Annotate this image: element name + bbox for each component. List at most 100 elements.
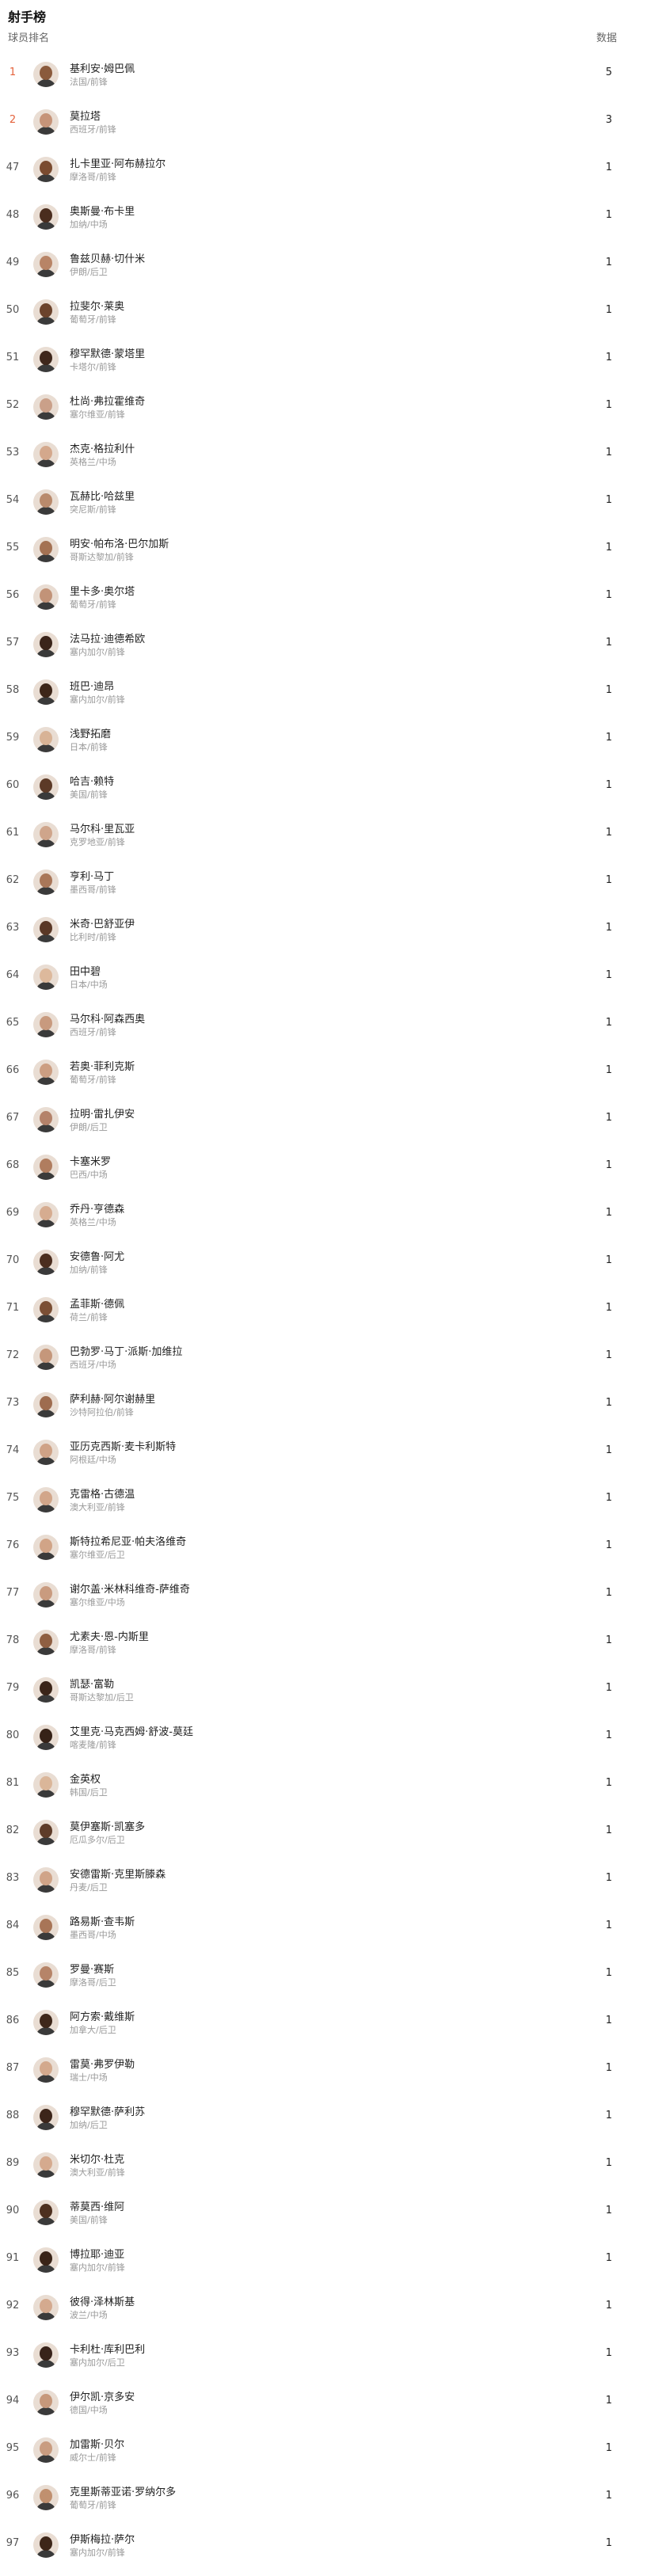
player-avatar[interactable] [33, 632, 59, 657]
player-avatar[interactable] [33, 2532, 59, 2558]
player-name[interactable]: 伊斯梅拉·萨尔 [70, 2531, 135, 2546]
player-row[interactable]: 82 莫伊塞斯·凯塞多 厄瓜多尔/后卫 1 [0, 1809, 647, 1856]
player-name[interactable]: 亨利·马丁 [70, 868, 114, 883]
player-avatar[interactable] [33, 1012, 59, 1037]
player-avatar[interactable] [33, 2295, 59, 2320]
player-row[interactable]: 62 亨利·马丁 墨西哥/前锋 1 [0, 858, 647, 906]
player-avatar[interactable] [33, 1630, 59, 1655]
player-avatar[interactable] [33, 1677, 59, 1703]
player-row[interactable]: 2 莫拉塔 西班牙/前锋 3 [0, 98, 647, 146]
player-row[interactable]: 83 安德雷斯·克里斯滕森 丹麦/后卫 1 [0, 1856, 647, 1904]
player-name[interactable]: 罗曼·赛斯 [70, 1961, 114, 1976]
player-avatar[interactable] [33, 2010, 59, 2035]
player-avatar[interactable] [33, 1962, 59, 1988]
player-name[interactable]: 穆罕默德·蒙塔里 [70, 345, 145, 360]
player-name[interactable]: 凯瑟·富勒 [70, 1676, 114, 1691]
player-avatar[interactable] [33, 394, 59, 420]
player-avatar[interactable] [33, 1867, 59, 1893]
player-name[interactable]: 安德鲁·阿尤 [70, 1248, 124, 1263]
player-avatar[interactable] [33, 1297, 59, 1322]
player-row[interactable]: 48 奥斯曼·布卡里 加纳/中场 1 [0, 193, 647, 241]
player-name[interactable]: 穆罕默德·萨利苏 [70, 2103, 145, 2118]
player-avatar[interactable] [33, 62, 59, 87]
player-avatar[interactable] [33, 1060, 59, 1085]
player-avatar[interactable] [33, 537, 59, 562]
player-row[interactable]: 89 米切尔·杜克 澳大利亚/前锋 1 [0, 2141, 647, 2189]
player-name[interactable]: 克雷格·古德温 [70, 1486, 135, 1501]
player-row[interactable]: 79 凯瑟·富勒 哥斯达黎加/后卫 1 [0, 1666, 647, 1714]
player-avatar[interactable] [33, 774, 59, 800]
player-avatar[interactable] [33, 2105, 59, 2130]
player-avatar[interactable] [33, 917, 59, 942]
player-avatar[interactable] [33, 2437, 59, 2463]
player-name[interactable]: 若奥·菲利克斯 [70, 1058, 135, 1073]
player-name[interactable]: 尤素夫·恩-内斯里 [70, 1628, 149, 1643]
player-name[interactable]: 明安·帕布洛·巴尔加斯 [70, 535, 169, 550]
player-row[interactable]: 69 乔丹·亨德森 英格兰/中场 1 [0, 1191, 647, 1239]
player-avatar[interactable] [33, 869, 59, 895]
player-avatar[interactable] [33, 727, 59, 752]
player-name[interactable]: 艾里克·马克西姆·舒波-莫廷 [70, 1723, 193, 1738]
player-avatar[interactable] [33, 1250, 59, 1275]
player-avatar[interactable] [33, 1107, 59, 1132]
player-row[interactable]: 96 克里斯蒂亚诺·罗纳尔多 葡萄牙/前锋 1 [0, 2474, 647, 2521]
player-avatar[interactable] [33, 347, 59, 372]
player-row[interactable]: 75 克雷格·古德温 澳大利亚/前锋 1 [0, 1476, 647, 1524]
player-row[interactable]: 58 班巴·迪昂 塞内加尔/前锋 1 [0, 668, 647, 716]
player-row[interactable]: 64 田中碧 日本/中场 1 [0, 953, 647, 1001]
player-row[interactable]: 71 孟菲斯·德佩 荷兰/前锋 1 [0, 1286, 647, 1334]
player-avatar[interactable] [33, 1345, 59, 1370]
player-name[interactable]: 里卡多·奥尔塔 [70, 583, 135, 598]
player-row[interactable]: 51 穆罕默德·蒙塔里 卡塔尔/前锋 1 [0, 336, 647, 383]
player-name[interactable]: 伊尔凯·京多安 [70, 2388, 135, 2403]
player-avatar[interactable] [33, 965, 59, 990]
player-name[interactable]: 巴勃罗·马丁·派斯·加维拉 [70, 1343, 182, 1358]
player-name[interactable]: 莫伊塞斯·凯塞多 [70, 1818, 145, 1833]
player-avatar[interactable] [33, 1725, 59, 1750]
player-avatar[interactable] [33, 204, 59, 230]
player-avatar[interactable] [33, 2057, 59, 2083]
player-row[interactable]: 87 雷莫·弗罗伊勒 瑞士/中场 1 [0, 2046, 647, 2094]
player-name[interactable]: 金英权 [70, 1771, 101, 1786]
player-row[interactable]: 47 扎卡里亚·阿布赫拉尔 摩洛哥/前锋 1 [0, 146, 647, 193]
player-name[interactable]: 基利安·姆巴佩 [70, 60, 135, 75]
player-avatar[interactable] [33, 299, 59, 325]
player-row[interactable]: 53 杰克·格拉利什 英格兰/中场 1 [0, 431, 647, 478]
player-name[interactable]: 浅野拓磨 [70, 725, 111, 740]
player-name[interactable]: 路易斯·查韦斯 [70, 1913, 135, 1928]
player-name[interactable]: 莫拉塔 [70, 108, 101, 123]
player-row[interactable]: 66 若奥·菲利克斯 葡萄牙/前锋 1 [0, 1048, 647, 1096]
player-row[interactable]: 55 明安·帕布洛·巴尔加斯 哥斯达黎加/前锋 1 [0, 526, 647, 573]
player-row[interactable]: 80 艾里克·马克西姆·舒波-莫廷 喀麦隆/前锋 1 [0, 1714, 647, 1761]
player-name[interactable]: 博拉耶·迪亚 [70, 2246, 124, 2261]
player-row[interactable]: 81 金英权 韩国/后卫 1 [0, 1761, 647, 1809]
player-avatar[interactable] [33, 2152, 59, 2178]
player-row[interactable]: 97 伊斯梅拉·萨尔 塞内加尔/前锋 1 [0, 2521, 647, 2569]
player-name[interactable]: 阿方索·戴维斯 [70, 2008, 135, 2023]
player-name[interactable]: 拉明·雷扎伊安 [70, 1105, 135, 1121]
player-row[interactable]: 73 萨利赫·阿尔谢赫里 沙特阿拉伯/前锋 1 [0, 1381, 647, 1429]
player-name[interactable]: 班巴·迪昂 [70, 678, 114, 693]
player-row[interactable]: 93 卡利杜·库利巴利 塞内加尔/后卫 1 [0, 2331, 647, 2379]
player-name[interactable]: 克里斯蒂亚诺·罗纳尔多 [70, 2483, 176, 2498]
player-row[interactable]: 90 蒂莫西·维阿 美国/前锋 1 [0, 2189, 647, 2236]
player-row[interactable]: 72 巴勃罗·马丁·派斯·加维拉 西班牙/中场 1 [0, 1334, 647, 1381]
player-name[interactable]: 杰克·格拉利什 [70, 440, 135, 455]
player-name[interactable]: 谢尔盖·米林科维奇-萨维奇 [70, 1581, 190, 1596]
player-row[interactable]: 92 彼得·泽林斯基 波兰/中场 1 [0, 2284, 647, 2331]
player-name[interactable]: 杜尚·弗拉霍维奇 [70, 393, 145, 408]
player-avatar[interactable] [33, 442, 59, 467]
player-row[interactable]: 57 法马拉·迪德希欧 塞内加尔/前锋 1 [0, 621, 647, 668]
player-avatar[interactable] [33, 1440, 59, 1465]
player-row[interactable]: 91 博拉耶·迪亚 塞内加尔/前锋 1 [0, 2236, 647, 2284]
player-name[interactable]: 彼得·泽林斯基 [70, 2293, 135, 2308]
player-row[interactable]: 70 安德鲁·阿尤 加纳/前锋 1 [0, 1239, 647, 1286]
player-avatar[interactable] [33, 1202, 59, 1227]
player-avatar[interactable] [33, 822, 59, 847]
player-row[interactable]: 77 谢尔盖·米林科维奇-萨维奇 塞尔维亚/中场 1 [0, 1571, 647, 1619]
player-name[interactable]: 马尔科·里瓦亚 [70, 820, 135, 835]
player-name[interactable]: 法马拉·迪德希欧 [70, 630, 145, 645]
player-avatar[interactable] [33, 1487, 59, 1512]
player-name[interactable]: 蒂莫西·维阿 [70, 2198, 124, 2213]
player-avatar[interactable] [33, 2200, 59, 2225]
